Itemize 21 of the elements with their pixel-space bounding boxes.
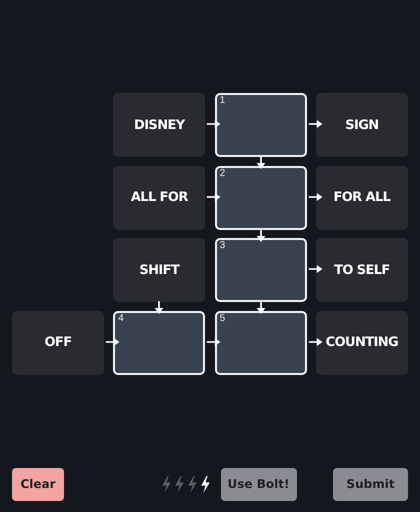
clue-tile: SHIFT [113,238,206,302]
answer-slot[interactable]: 3 [214,238,307,302]
slot-number: 2 [220,168,226,178]
clue-tile: COUNTING [316,310,408,374]
answer-slot[interactable]: 2 [214,166,307,230]
clear-button[interactable]: Clear [12,468,64,500]
clue-tile: FOR ALL [316,166,408,230]
clue-tile: DISNEY [113,93,206,157]
answer-slot[interactable]: 1 [214,93,307,157]
use-bolt-button[interactable]: Use Bolt! [220,468,296,500]
answer-slot[interactable]: 5 [214,310,307,374]
submit-button[interactable]: Submit [333,468,408,500]
clue-tile: TO SELF [316,238,408,302]
clue-tile: SIGN [316,93,408,157]
clue-tile: ALL FOR [113,166,206,230]
slot-number: 3 [220,240,226,251]
slot-number: 1 [220,95,226,106]
slot-number: 5 [220,312,226,324]
clue-tile: OFF [12,310,104,374]
slot-number: 4 [118,312,124,324]
answer-slot[interactable]: 4 [113,310,206,374]
